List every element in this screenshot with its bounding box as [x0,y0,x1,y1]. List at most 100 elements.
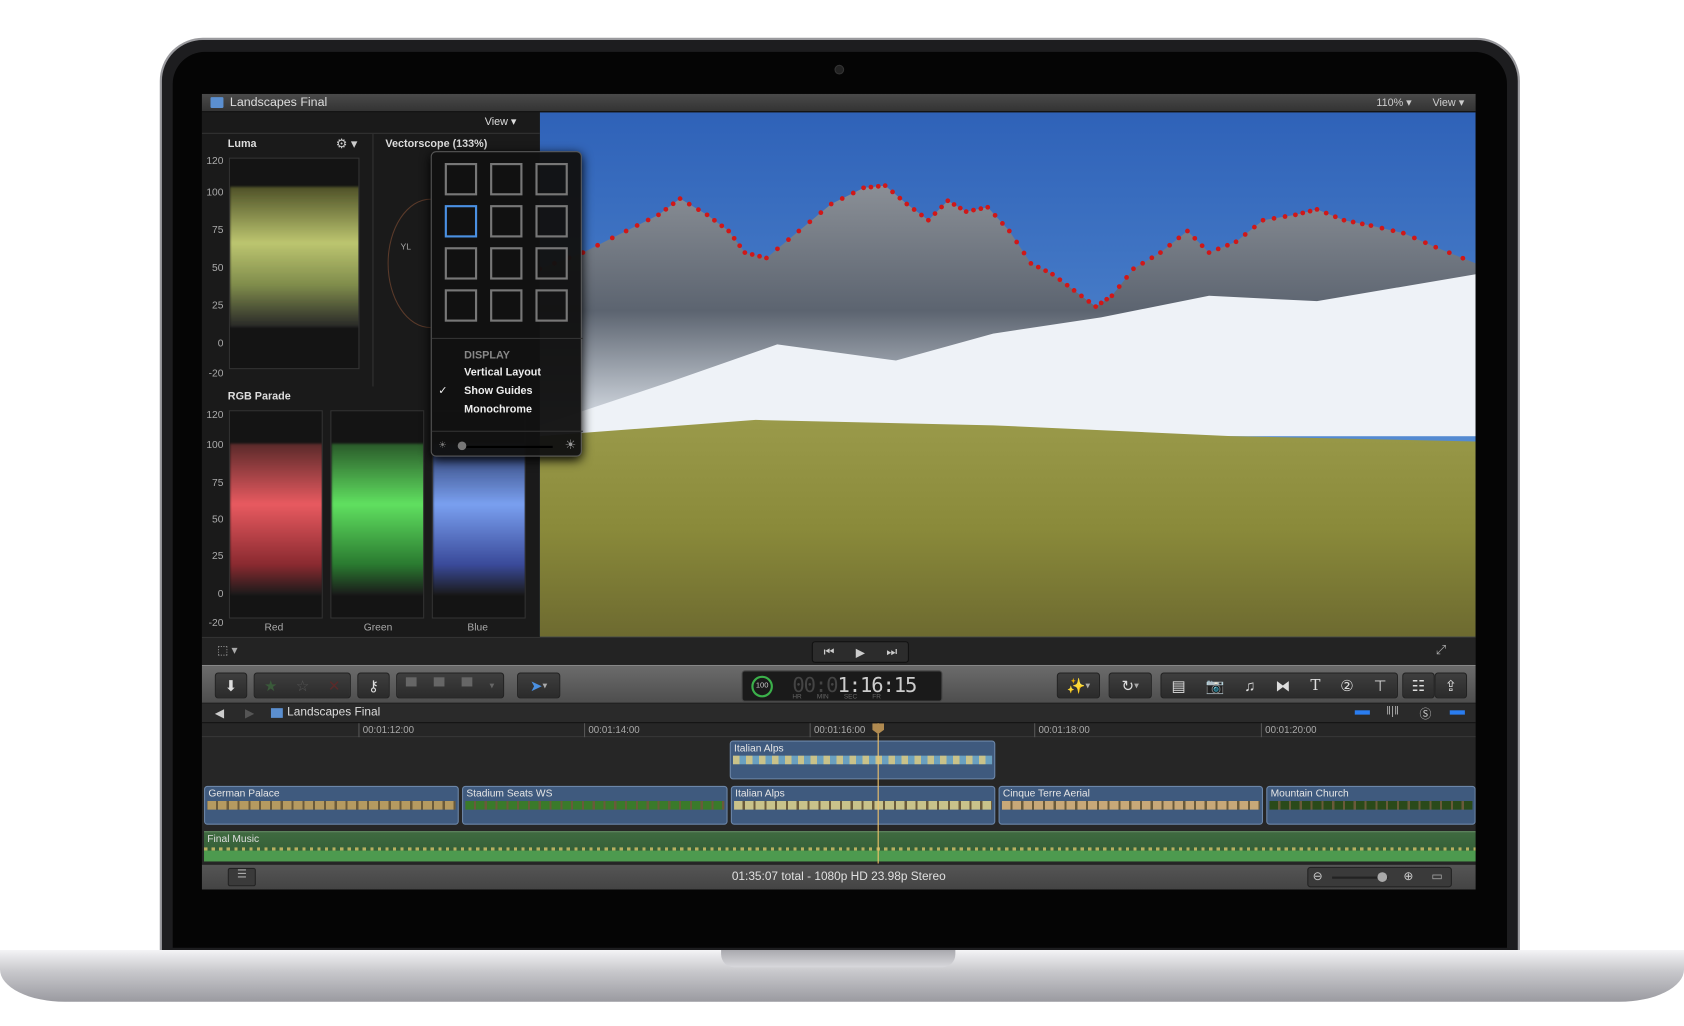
snapping-icon[interactable] [1450,710,1465,714]
timecode-unit: SEC [844,694,857,700]
insert-icon[interactable]: ▀ [434,677,445,694]
guide-point [1207,250,1212,255]
guide-point [726,229,731,234]
guide-point [939,205,944,210]
zoom-dropdown[interactable]: 110% ▾ [1376,97,1411,109]
guide-point [635,223,640,228]
menu-item-show-guides[interactable]: ✓Show Guides [432,384,583,401]
guide-point [926,218,931,223]
zoom-in-icon[interactable]: ⊕ [1403,869,1413,883]
reject-icon[interactable]: ✕ [328,676,341,694]
guide-point [851,191,856,196]
clapboard-icon [211,97,224,108]
layout-option[interactable] [490,289,522,321]
themes-icon[interactable]: ⊤ [1374,676,1387,694]
layout-option[interactable] [490,205,522,237]
titles-icon[interactable]: T [1310,677,1320,694]
channel-green: Green [364,622,393,634]
vectorscope-yl: YL [400,242,411,252]
share-icon[interactable]: ⇪ [1435,673,1467,699]
axis-label: 100 [202,187,224,199]
ruler-tick: 00:01:16:00 [810,723,866,737]
ruler-tick: 00:01:14:00 [584,723,640,737]
connect-icon[interactable]: ▀ [406,677,417,694]
storyline-clip[interactable]: Stadium Seats WS [462,786,728,825]
storyline-clip[interactable]: Cinque Terre Aerial [999,786,1263,825]
viewer-view-dropdown[interactable]: View ▾ [1432,97,1464,109]
play-icon[interactable]: ▶ [856,645,865,659]
clip-appearance-icon[interactable]: ▭ [1431,869,1442,883]
storyline-clip[interactable]: Mountain Church [1266,786,1475,825]
layout-option[interactable] [535,289,567,321]
viewer-layout-icon[interactable]: ⬚ ▾ [217,643,237,657]
timecode-display[interactable]: 100 00:01:16:15 HRMINSECFR [742,670,943,701]
import-icon[interactable]: ⬇ [215,673,247,699]
photo-browser-icon[interactable]: 📷 [1206,676,1225,694]
layout-option[interactable] [535,247,567,279]
fullscreen-icon[interactable]: ⤢ [1436,642,1446,658]
layout-option[interactable] [445,205,477,237]
viewer[interactable] [540,112,1476,637]
guide-point [696,207,701,212]
transitions-icon[interactable]: ⧓ [1275,676,1290,694]
axis-label: 0 [202,588,224,600]
media-browser-icon[interactable]: ▤ [1171,676,1185,694]
menu-item-vertical-layout[interactable]: Vertical Layout [432,366,583,383]
append-icon[interactable]: ▀ [462,677,473,694]
scopes-view-dropdown[interactable]: View ▾ [485,117,517,129]
inspector-icon[interactable]: ☷ [1402,673,1434,699]
audio-skimming-icon[interactable]: ‖|‖ [1386,705,1399,718]
clip-name: Cinque Terre Aerial [1003,788,1090,800]
layout-option[interactable] [445,289,477,321]
playhead[interactable] [878,723,879,863]
solo-icon[interactable]: Ⓢ [1420,705,1432,722]
guide-point [1300,211,1305,216]
guide-point [971,208,976,213]
zoom-out-icon[interactable]: ⊖ [1313,869,1323,883]
audio-clip[interactable]: Final Music [204,831,1476,861]
timecode-unit: HR [792,694,801,700]
unrate-icon[interactable]: ☆ [296,676,310,694]
select-tool-icon[interactable]: ➤ ▾ [517,673,560,699]
timeline-ruler[interactable]: 00:01:12:0000:01:14:0000:01:16:0000:01:1… [202,723,1476,737]
skip-forward-icon[interactable]: ⏭ [886,645,897,659]
guide-point [818,210,823,215]
layout-option[interactable] [535,163,567,195]
zoom-value: 110% [1376,97,1403,109]
guide-point [719,223,724,228]
guide-point [1104,297,1109,302]
skimming-icon[interactable] [1355,710,1370,714]
brightness-slider-thumb[interactable] [458,442,467,451]
storyline-clip[interactable]: German Palace [204,786,459,825]
guide-point [663,207,668,212]
layout-option[interactable] [445,247,477,279]
layout-option[interactable] [535,205,567,237]
keyword-icon[interactable]: ⚷ [357,673,389,699]
guide-point [919,213,924,218]
layout-option[interactable] [445,163,477,195]
retime-icon[interactable]: ↻ ▾ [1109,673,1152,699]
brightness-slider[interactable] [460,446,553,448]
enhance-icon[interactable]: ✨ ▾ [1057,673,1100,699]
guide-point [912,207,917,212]
zoom-slider-thumb[interactable] [1377,872,1387,882]
music-browser-icon[interactable]: ♫ [1244,677,1255,694]
skip-back-icon[interactable]: ⏮ [824,645,835,659]
favorite-icon[interactable]: ★ [264,676,278,694]
guide-point [687,202,692,207]
guide-point [1099,301,1104,306]
connected-clip[interactable]: Italian Alps [730,741,996,780]
axis-label: 120 [202,155,224,167]
storyline-clip[interactable]: Italian Alps [731,786,995,825]
menu-item-monochrome[interactable]: Monochrome [432,403,583,420]
forward-icon[interactable]: ▶ [245,706,254,720]
guide-point [1079,294,1084,299]
gear-icon[interactable]: ⚙ ▾ [336,136,358,151]
back-icon[interactable]: ◀ [215,706,224,720]
view-label: View [1432,97,1455,109]
guide-point [964,209,969,214]
layout-option[interactable] [490,247,522,279]
generators-icon[interactable]: ② [1340,676,1354,694]
layout-option[interactable] [490,163,522,195]
guide-point [1093,304,1098,309]
